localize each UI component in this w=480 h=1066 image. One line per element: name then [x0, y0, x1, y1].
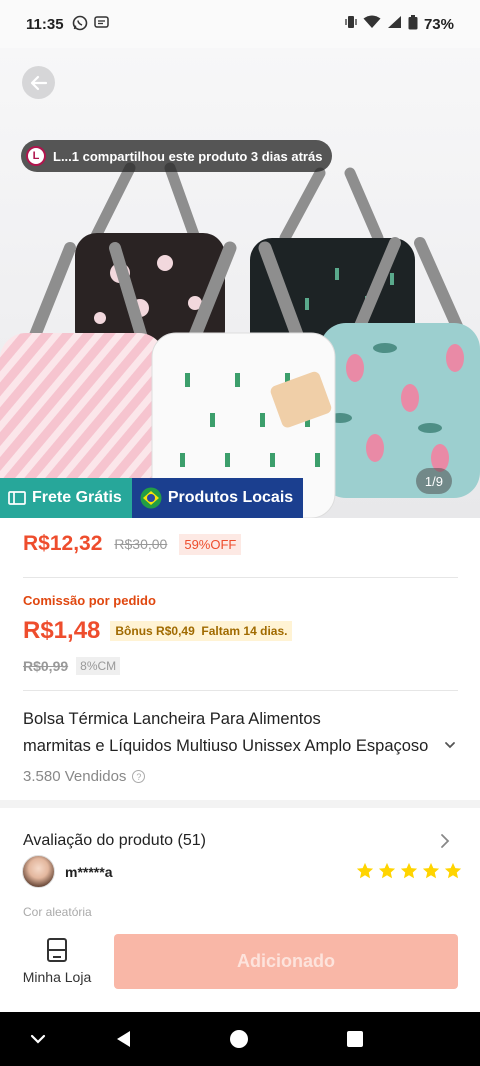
reviewer: m*****a — [22, 855, 112, 888]
back-button[interactable] — [22, 66, 55, 99]
status-bar: 11:35 73% — [0, 0, 480, 48]
avatar — [22, 855, 55, 888]
divider — [23, 690, 458, 691]
badges: Frete Grátis Produtos Locais — [0, 478, 304, 518]
reviewer-name: m*****a — [65, 863, 113, 880]
add-button[interactable]: Adicionado — [114, 934, 458, 989]
reviews-more-button[interactable] — [438, 833, 452, 854]
nav-recents-icon — [347, 1031, 363, 1047]
product-title-line1: Bolsa Térmica Lancheira Para Alimentos — [23, 710, 321, 728]
star-icon — [378, 862, 396, 879]
wifi-icon — [363, 15, 381, 33]
message-icon — [93, 15, 109, 33]
nav-collapse-button[interactable] — [28, 1029, 48, 1049]
whatsapp-icon — [72, 15, 88, 34]
help-icon[interactable]: ? — [132, 770, 146, 783]
bonus-deadline: Faltam 14 dias. — [201, 624, 288, 638]
status-time: 11:35 — [26, 15, 64, 33]
nav-collapse-icon — [30, 1034, 46, 1044]
nav-back-icon — [117, 1031, 130, 1047]
truck-icon — [8, 491, 26, 505]
bottom-action-bar: Minha Loja Adicionado — [0, 925, 480, 1011]
bonus-badge: Bônus R$0,49 Faltam 14 dias. — [110, 621, 293, 641]
price-current: R$12,32 — [23, 532, 103, 555]
commission-old-row: R$0,99 8%CM — [23, 657, 121, 675]
sharer-avatar: L — [26, 146, 46, 166]
review-section-title[interactable]: Avaliação do produto (51) — [23, 832, 206, 850]
star-rating — [356, 862, 462, 880]
commission-value: R$1,48 — [23, 617, 101, 644]
free-shipping-label: Frete Grátis — [32, 489, 122, 506]
share-notice: L L...1 compartilhou este produto 3 dias… — [21, 140, 333, 172]
system-nav-bar — [0, 1012, 480, 1066]
sold-text: 3.580 Vendidos — [23, 768, 127, 785]
badge-free-shipping: Frete Grátis — [0, 478, 132, 518]
commission-old-value: R$0,99 — [23, 658, 69, 674]
star-icon — [400, 862, 418, 879]
review-variation: Cor aleatória — [23, 905, 92, 919]
my-shop-label: Minha Loja — [22, 969, 92, 985]
product-title[interactable]: Bolsa Térmica Lancheira Para Alimentos m… — [23, 706, 438, 760]
price-original: R$30,00 — [114, 536, 168, 552]
local-products-label: Produtos Locais — [167, 489, 294, 506]
status-indicators: 73% — [345, 14, 454, 34]
discount-badge: 59%OFF — [179, 533, 242, 555]
star-icon — [356, 862, 374, 879]
commission-row: R$1,48 Bônus R$0,49 Faltam 14 dias. — [23, 617, 293, 645]
brazil-flag-icon — [140, 487, 162, 509]
chevron-right-icon — [441, 834, 450, 848]
star-icon — [422, 862, 440, 879]
sold-count: 3.580 Vendidos ? — [23, 768, 146, 785]
expand-title-button[interactable] — [443, 738, 457, 757]
image-counter: 1/9 — [415, 468, 452, 494]
battery-level: 73% — [423, 15, 454, 33]
nav-back-button[interactable] — [114, 1029, 134, 1049]
product-image-carousel[interactable]: L L...1 compartilhou este produto 3 dias… — [0, 48, 480, 518]
vibrate-icon — [345, 14, 357, 34]
bonus-amount: Bônus R$0,49 — [115, 624, 195, 638]
back-arrow-icon — [30, 75, 47, 90]
nav-recents-button[interactable] — [346, 1030, 364, 1048]
badge-local-products: Produtos Locais — [131, 478, 304, 518]
nav-home-icon — [230, 1030, 248, 1048]
nav-home-button[interactable] — [229, 1029, 249, 1049]
commission-label: Comissão por pedido — [23, 593, 156, 608]
section-separator — [0, 800, 480, 808]
signal-icon — [387, 15, 402, 33]
battery-icon — [408, 14, 418, 34]
price-row: R$12,32 R$30,00 59%OFF — [23, 532, 242, 556]
divider — [23, 577, 458, 578]
product-photo — [0, 162, 480, 518]
my-shop-button[interactable]: Minha Loja — [20, 937, 94, 997]
commission-rate-badge: 8%CM — [76, 657, 121, 675]
product-title-line2: marmitas e Líquidos Multiuso Unissex Amp… — [23, 737, 429, 755]
shop-icon — [47, 938, 67, 962]
share-text: L...1 compartilhou este produto 3 dias a… — [53, 148, 323, 164]
chevron-down-icon — [445, 742, 455, 749]
star-icon — [444, 862, 462, 879]
